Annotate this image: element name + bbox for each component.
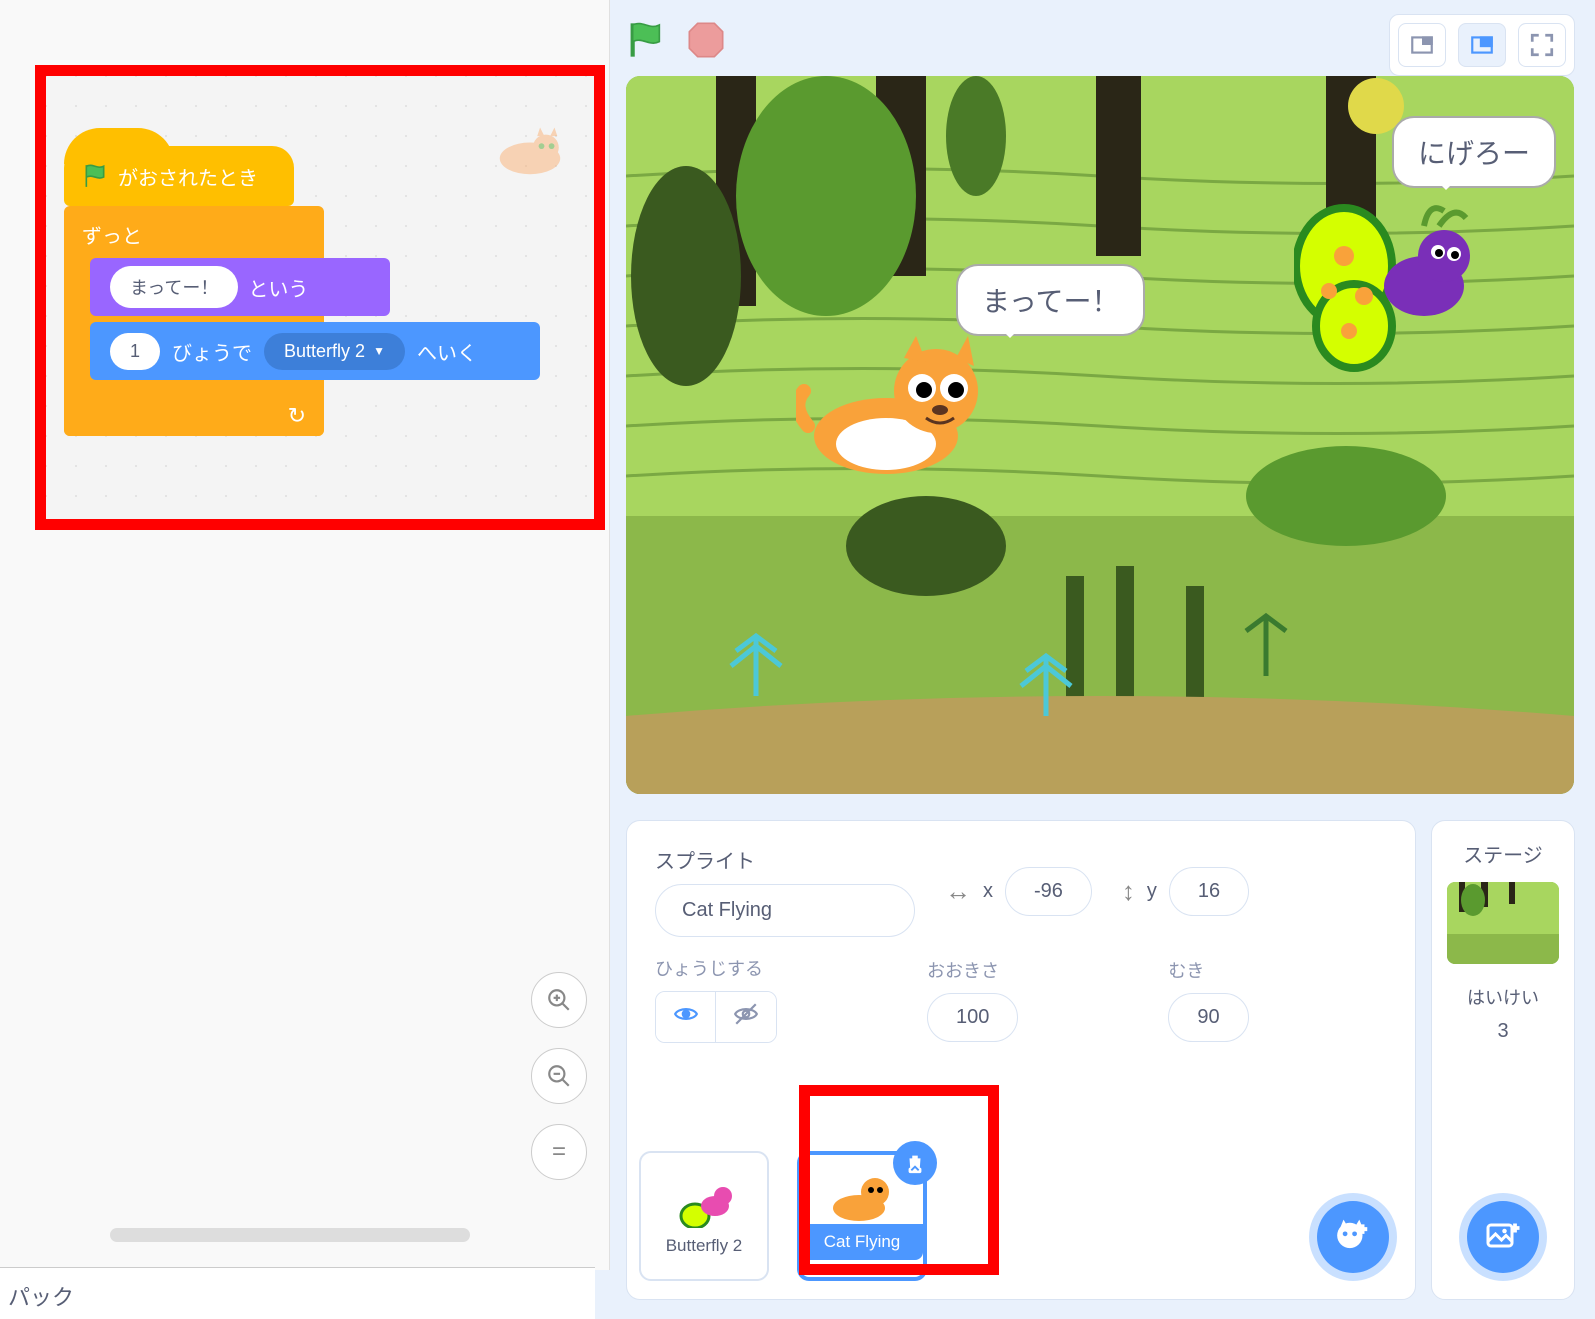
say-suffix: という (248, 273, 308, 302)
hat-block-label: がおされたとき (118, 162, 258, 191)
sprite-name-input[interactable] (655, 884, 915, 937)
backpack-panel[interactable]: パック (0, 1267, 595, 1319)
stage-size-controls (1389, 14, 1575, 76)
glide-seconds-input[interactable]: 1 (110, 333, 160, 370)
forever-block[interactable]: ずっと まってー！ という 1 びょうで Butterfly 2 ▼ へいく (64, 206, 324, 436)
y-arrow-icon: ↕ (1122, 876, 1135, 907)
backdrop-count: 3 (1497, 1020, 1508, 1043)
add-sprite-button[interactable] (1317, 1201, 1389, 1273)
speech-bubble-butterfly: にげろー (1392, 116, 1556, 188)
cat-flying-sprite[interactable] (796, 336, 996, 486)
glide-mid-label: びょうで (172, 337, 252, 366)
green-flag-icon (82, 163, 108, 189)
show-label: ひょうじする (655, 955, 777, 981)
chevron-down-icon: ▼ (373, 344, 385, 358)
show-sprite-button[interactable] (656, 992, 716, 1042)
sprite-info-panel: スプライト ↔ x -96 ↕ y 16 ひょうじする (626, 820, 1416, 1300)
y-value-input[interactable]: 16 (1169, 867, 1249, 916)
sprite-tile-label: Butterfly 2 (666, 1236, 743, 1256)
loop-arrow-icon: ↻ (288, 403, 306, 429)
zoom-out-button[interactable] (531, 1048, 587, 1104)
glide-target-dropdown[interactable]: Butterfly 2 ▼ (264, 333, 405, 370)
zoom-in-button[interactable] (531, 972, 587, 1028)
eye-off-icon (733, 1001, 759, 1034)
speech-bubble-cat: まってー！ (956, 264, 1145, 336)
fullscreen-button[interactable] (1518, 23, 1566, 67)
direction-label: むき (1168, 957, 1248, 983)
sprite-tile-butterfly[interactable]: Butterfly 2 (639, 1151, 769, 1281)
horizontal-scrollbar[interactable] (110, 1228, 470, 1242)
image-plus-icon (1485, 1219, 1521, 1255)
size-label: おおきさ (927, 957, 1018, 983)
butterfly-sprite[interactable] (1294, 196, 1494, 376)
size-input[interactable]: 100 (927, 993, 1018, 1042)
backpack-label: パック (8, 1285, 74, 1310)
backdrop-label: はいけい (1467, 984, 1539, 1010)
say-block[interactable]: まってー！ という (90, 258, 390, 316)
add-backdrop-button[interactable] (1467, 1201, 1539, 1273)
x-value-input[interactable]: -96 (1005, 867, 1092, 916)
zoom-reset-button[interactable]: = (531, 1124, 587, 1180)
y-label: y (1147, 880, 1157, 903)
butterfly-thumb-icon (669, 1176, 739, 1228)
eye-icon (673, 1001, 699, 1034)
direction-input[interactable]: 90 (1168, 993, 1248, 1042)
x-label: x (983, 880, 993, 903)
sprite-title: スプライト (655, 845, 907, 874)
cat-thumb-icon (827, 1172, 897, 1224)
sprite-tile-label: Cat Flying (801, 1224, 923, 1260)
event-hat-block[interactable]: がおされたとき (64, 146, 294, 206)
glide-suffix: へいく (417, 337, 477, 366)
small-stage-button[interactable] (1398, 23, 1446, 67)
large-stage-button[interactable] (1458, 23, 1506, 67)
stop-button[interactable] (686, 20, 726, 60)
stage-selector-panel: ステージ はいけい 3 (1431, 820, 1575, 1300)
stage[interactable]: まってー！ にげろー (626, 76, 1574, 794)
say-text-input[interactable]: まってー！ (110, 266, 238, 308)
sprite-watermark-icon (494, 126, 566, 180)
delete-sprite-button[interactable] (893, 1141, 937, 1185)
stage-thumbnail[interactable] (1447, 882, 1559, 964)
hide-sprite-button[interactable] (716, 992, 776, 1042)
glide-to-block[interactable]: 1 びょうで Butterfly 2 ▼ へいく (90, 322, 540, 380)
sprite-tile-cat-flying[interactable]: Cat Flying (797, 1151, 927, 1281)
cat-plus-icon (1334, 1218, 1372, 1256)
forever-label: ずっと (64, 206, 324, 263)
highlight-box-scripts: がおされたとき ずっと まってー！ という 1 びょうで Butterfly 2… (35, 65, 605, 530)
green-flag-button[interactable] (626, 20, 666, 60)
stage-title: ステージ (1463, 839, 1543, 868)
script-workspace[interactable]: がおされたとき ずっと まってー！ という 1 びょうで Butterfly 2… (0, 0, 610, 1270)
x-arrow-icon: ↔ (945, 876, 971, 907)
